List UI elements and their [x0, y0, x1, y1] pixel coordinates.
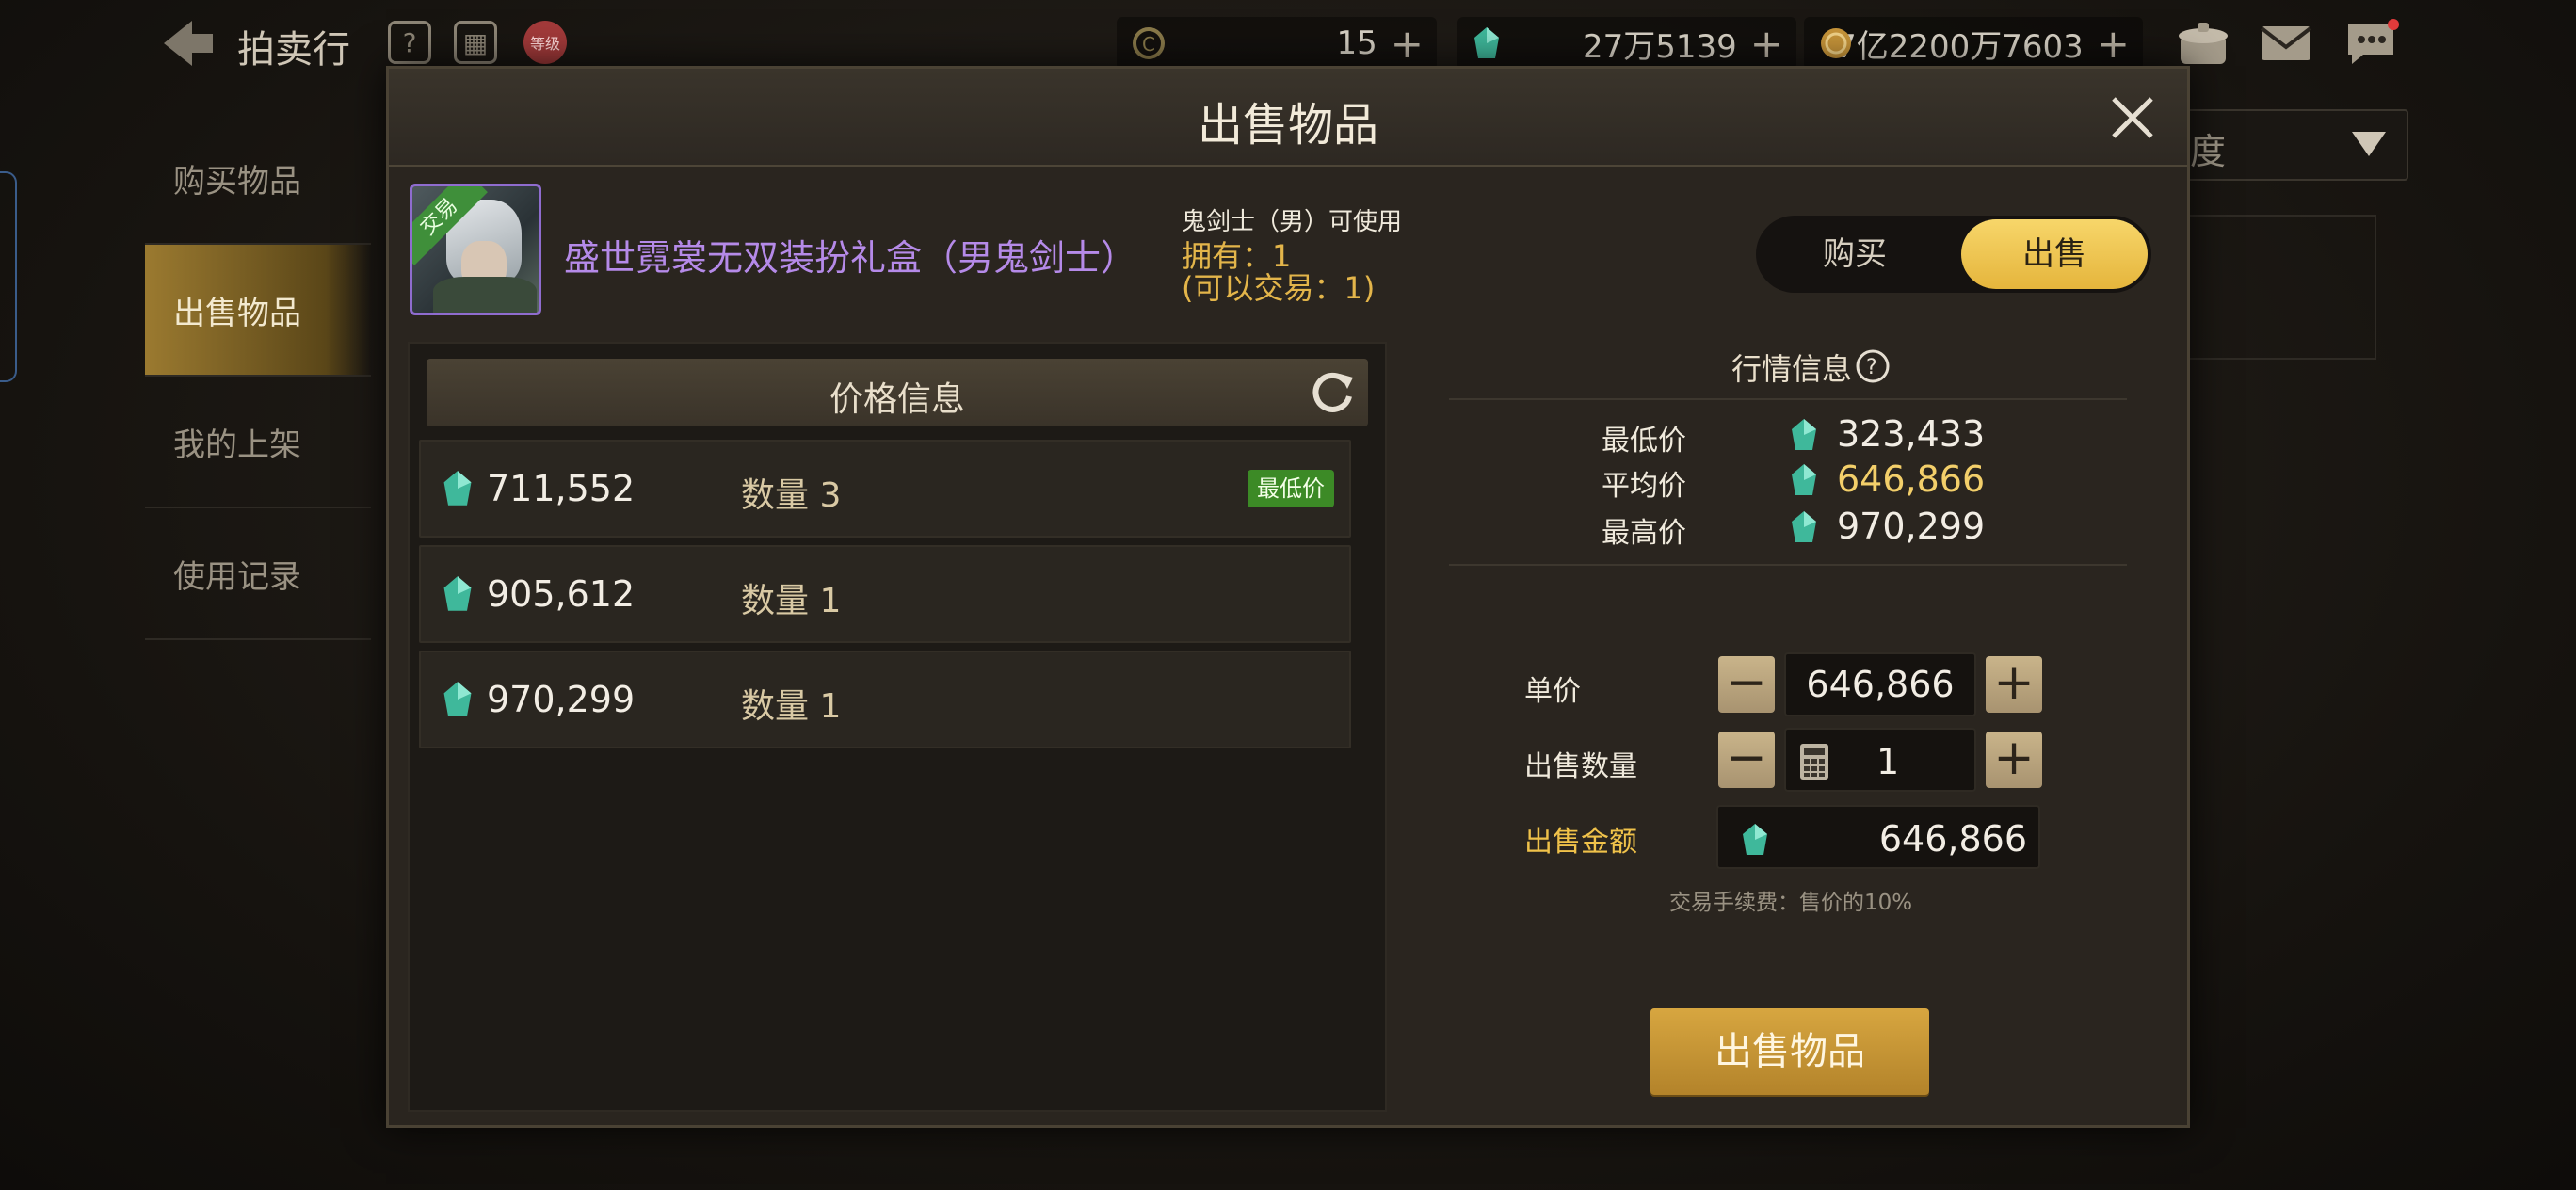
back-arrow-icon[interactable]: [160, 17, 217, 70]
divider: [1449, 398, 2127, 400]
item-tradeable-count: (可以交易：1): [1182, 270, 1376, 306]
left-nav: 购买物品 出售物品 我的上架 使用记录: [145, 113, 371, 640]
divider: [1449, 564, 2127, 566]
listing-row[interactable]: 970,299 数量 1: [419, 651, 1351, 748]
market-lowest-value: 323,433: [1837, 413, 1986, 455]
refresh-icon[interactable]: [1308, 368, 1357, 417]
market-lowest-row: 最低价 323,433: [1602, 413, 2091, 458]
c-coin-currency[interactable]: C 15 +: [1117, 17, 1437, 70]
lowest-price-badge: 最低价: [1248, 470, 1334, 507]
market-lowest-label: 最低价: [1602, 425, 1686, 458]
gem-value: 27万5139: [1583, 27, 1737, 66]
price-info-panel: 价格信息 711,552 数量 3 最低价 905,612 数量 1 970,2…: [408, 342, 1387, 1112]
c-coin-value: 15: [1336, 24, 1377, 62]
quantity-label: 出售数量: [1524, 750, 1637, 783]
gem-currency[interactable]: 27万5139 +: [1457, 17, 1796, 70]
chat-icon[interactable]: [2343, 19, 2399, 68]
market-average-row: 平均价 646,866: [1602, 458, 2091, 503]
listing-price: 905,612: [487, 573, 636, 615]
gem-icon: [443, 576, 472, 611]
market-average-value: 646,866: [1837, 458, 1986, 500]
gem-icon: [1743, 824, 1767, 855]
quantity-decrease-button[interactable]: −: [1718, 732, 1775, 788]
listing-quantity: 数量 1: [741, 582, 842, 620]
listing-row[interactable]: 905,612 数量 1: [419, 545, 1351, 643]
background-panel: [2184, 215, 2376, 360]
gem-icon: [443, 471, 472, 506]
gem-icon: [1474, 27, 1499, 58]
unit-price-increase-button[interactable]: +: [1986, 656, 2042, 713]
nav-item-my-listings[interactable]: 我的上架: [145, 377, 371, 508]
sort-dropdown-label: 度: [2190, 131, 2227, 172]
listing-quantity: 数量 1: [741, 687, 842, 726]
nav-item-sell[interactable]: 出售物品: [145, 245, 371, 377]
close-icon[interactable]: [2104, 89, 2161, 146]
mode-sell-button[interactable]: 出售: [1961, 219, 2148, 289]
buy-sell-toggle: 购买 出售: [1756, 216, 2151, 293]
listing-row[interactable]: 711,552 数量 3 最低价: [419, 440, 1351, 538]
calendar-icon[interactable]: ▦: [454, 21, 497, 64]
quantity-value: 1: [1876, 741, 1900, 782]
c-coin-icon: C: [1133, 27, 1165, 59]
price-info-title: 价格信息: [829, 380, 965, 419]
item-name: 盛世霓裳无双装扮礼盒（男鬼剑士）: [564, 237, 1137, 279]
listing-price: 970,299: [487, 679, 636, 720]
mail-icon[interactable]: [2258, 19, 2314, 68]
svg-text:?: ?: [1866, 356, 1877, 379]
market-average-label: 平均价: [1602, 470, 1686, 503]
app-title: 拍卖行: [237, 28, 350, 72]
unit-price-label: 单价: [1524, 675, 1581, 708]
market-info-title: 行情信息: [1731, 351, 1853, 387]
mode-buy-button[interactable]: 购买: [1756, 216, 1954, 293]
quantity-increase-button[interactable]: +: [1986, 732, 2042, 788]
gold-value: 7亿2200万7603: [1836, 27, 2084, 66]
quantity-input[interactable]: 1: [1784, 728, 1976, 792]
gold-currency[interactable]: 7亿2200万7603 +: [1804, 17, 2143, 70]
character-body: [433, 277, 537, 313]
dropdown-arrow-icon: [2352, 132, 2386, 156]
add-gold-button[interactable]: +: [2097, 21, 2130, 67]
total-amount-value: 646,866: [1878, 818, 2027, 860]
total-amount-field: 646,866: [1716, 805, 2040, 869]
sort-dropdown[interactable]: 度: [2175, 109, 2408, 181]
gem-icon: [1792, 464, 1816, 495]
gem-icon: [1792, 511, 1816, 542]
market-highest-value: 970,299: [1837, 506, 1986, 547]
add-c-coin-button[interactable]: +: [1391, 21, 1424, 67]
gem-icon: [443, 682, 472, 716]
help-icon[interactable]: ?: [1854, 347, 1892, 385]
listing-quantity: 数量 3: [741, 476, 842, 515]
market-highest-label: 最高价: [1602, 517, 1686, 550]
add-gem-button[interactable]: +: [1750, 21, 1783, 67]
sell-item-button[interactable]: 出售物品: [1650, 1008, 1929, 1095]
fee-note: 交易手续费：售价的10%: [1669, 891, 1913, 915]
modal-title: 出售物品: [1197, 99, 1378, 152]
modal-header: 出售物品: [389, 69, 2187, 167]
nav-item-history[interactable]: 使用记录: [145, 508, 371, 640]
item-thumbnail[interactable]: 交易: [410, 184, 541, 315]
help-icon[interactable]: ?: [388, 21, 431, 64]
nav-item-buy[interactable]: 购买物品: [145, 113, 371, 245]
listing-price: 711,552: [487, 468, 636, 509]
total-amount-label: 出售金额: [1524, 826, 1637, 859]
svg-text:C: C: [1142, 33, 1155, 56]
calculator-icon[interactable]: [1799, 743, 1829, 780]
unit-price-input[interactable]: 646,866: [1784, 652, 1976, 716]
sell-item-modal: 出售物品 交易 盛世霓裳无双装扮礼盒（男鬼剑士） 鬼剑士（男）可使用 拥有：1 …: [386, 66, 2190, 1128]
unit-price-decrease-button[interactable]: −: [1718, 656, 1775, 713]
side-drawer-tab[interactable]: [0, 171, 17, 382]
shop-icon[interactable]: [2175, 19, 2231, 68]
market-highest-row: 最高价 970,299: [1602, 506, 2091, 550]
grade-icon[interactable]: 等级: [523, 21, 567, 64]
gem-icon: [1792, 419, 1816, 450]
gold-coin-icon: [1821, 28, 1851, 58]
price-info-header: 价格信息: [427, 359, 1368, 426]
